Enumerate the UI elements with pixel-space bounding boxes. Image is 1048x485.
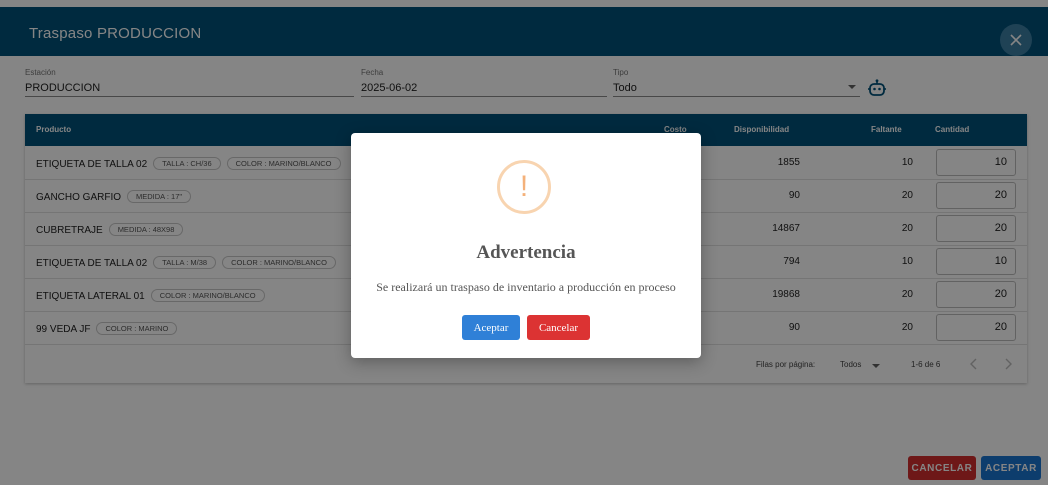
dialog-cancel-button[interactable]: Cancelar (527, 315, 590, 340)
exclamation-circle-icon: ! (497, 160, 551, 214)
dialog-confirm-button[interactable]: Aceptar (462, 315, 520, 340)
dialog-message: Se realizará un traspaso de inventario a… (376, 280, 676, 294)
dialog-title: Advertencia (476, 242, 576, 263)
warning-dialog: ! Advertencia Se realizará un traspaso d… (351, 133, 701, 358)
warning-symbol: ! (519, 170, 529, 203)
traspaso-page: Traspaso PRODUCCION Estación PRODUCCION … (0, 0, 1048, 485)
